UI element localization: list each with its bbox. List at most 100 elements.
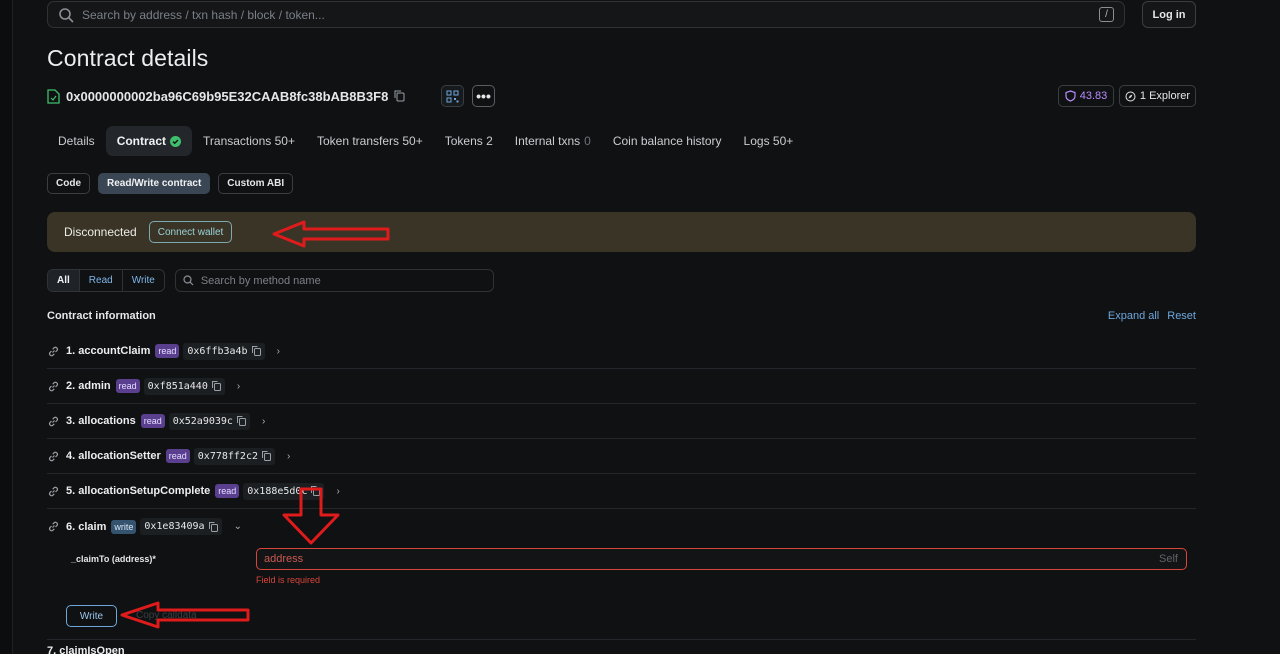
- qr-code-icon: [446, 90, 459, 102]
- method-row-expanded[interactable]: 6. claim write 0x1e83409a ⌄: [47, 509, 1196, 544]
- wallet-status: Disconnected: [64, 225, 137, 239]
- method-filter: All Read Write Search by method name: [47, 269, 494, 292]
- claim-method-form: _claimTo (address)* address Self Field i…: [47, 540, 1196, 640]
- explorer-button[interactable]: 1 Explorer: [1119, 85, 1196, 107]
- method-selector: 0x188e5d0c: [243, 482, 325, 500]
- method-selector: 0x52a9039c: [168, 412, 250, 430]
- security-score-badge[interactable]: 43.83: [1058, 85, 1114, 107]
- link-icon[interactable]: [47, 520, 60, 533]
- subtab-code[interactable]: Code: [47, 173, 90, 194]
- page-title: Contract details: [47, 45, 209, 71]
- link-icon[interactable]: [47, 345, 60, 358]
- method-row[interactable]: 5. allocationSetupComplete read 0x188e5d…: [47, 474, 1196, 509]
- tab-label: Logs 50+: [743, 134, 794, 148]
- method-row[interactable]: 3. allocations read 0x52a9039c ›: [47, 404, 1196, 439]
- tab-label: Coin balance history: [612, 134, 722, 148]
- chevron-right-icon[interactable]: ›: [262, 416, 265, 427]
- filter-read[interactable]: Read: [80, 270, 123, 291]
- tab-contract[interactable]: Contract: [105, 126, 193, 156]
- search-icon: [59, 7, 74, 23]
- search-shortcut-key: /: [1099, 7, 1114, 22]
- method-selector: 0x6ffb3a4b: [183, 342, 265, 360]
- link-icon[interactable]: [47, 450, 60, 463]
- link-icon[interactable]: [47, 415, 60, 428]
- chevron-right-icon[interactable]: ›: [277, 346, 280, 357]
- tab-tokens[interactable]: Tokens 2: [434, 126, 504, 156]
- method-name: 2. admin: [66, 380, 111, 392]
- search-icon: [183, 275, 194, 286]
- method-type-badge: read: [165, 449, 190, 463]
- contract-address[interactable]: 0x0000000002ba96C69b95E32CAAB8fc38bAB8B3…: [66, 89, 388, 104]
- global-search-input[interactable]: Search by address / txn hash / block / t…: [47, 1, 1125, 28]
- contract-subtabs: Code Read/Write contract Custom ABI: [47, 173, 294, 194]
- method-name: 7. claimIsOpen: [47, 645, 125, 654]
- method-list: 1. accountClaim read 0x6ffb3a4b › 2. adm…: [47, 334, 1196, 544]
- copy-calldata-button[interactable]: Copy calldata: [136, 610, 197, 621]
- method-row-partial[interactable]: 7. claimIsOpen: [47, 645, 125, 654]
- tab-label: Token transfers 50+: [316, 134, 423, 148]
- method-row[interactable]: 1. accountClaim read 0x6ffb3a4b ›: [47, 334, 1196, 369]
- filter-write[interactable]: Write: [123, 270, 164, 291]
- wallet-status-bar: Disconnected Connect wallet: [47, 212, 1196, 252]
- link-icon[interactable]: [47, 485, 60, 498]
- copy-icon[interactable]: [311, 486, 321, 496]
- login-button[interactable]: Log in: [1142, 1, 1196, 28]
- chevron-down-icon[interactable]: ⌄: [234, 521, 242, 532]
- more-options-button[interactable]: •••: [472, 85, 495, 107]
- link-icon[interactable]: [47, 380, 60, 393]
- tab-label: Internal txns: [514, 134, 581, 148]
- method-search-input[interactable]: Search by method name: [174, 269, 494, 292]
- self-button[interactable]: Self: [1159, 553, 1178, 565]
- tab-transactions[interactable]: Transactions 50+: [192, 126, 306, 156]
- tab-label: Contract: [116, 134, 167, 148]
- tab-label: Transactions 50+: [203, 134, 295, 148]
- subtab-read-write[interactable]: Read/Write contract: [98, 173, 211, 194]
- copy-icon[interactable]: [208, 521, 218, 532]
- tab-token-transfers[interactable]: Token transfers 50+: [306, 126, 434, 156]
- tab-internal-txns[interactable]: Internal txns 0: [504, 126, 602, 156]
- copy-icon[interactable]: [251, 346, 261, 356]
- explorer-label: 1 Explorer: [1139, 90, 1191, 102]
- method-row[interactable]: 4. allocationSetter read 0x778ff2c2 ›: [47, 439, 1196, 474]
- tab-details[interactable]: Details: [47, 126, 106, 156]
- field-error-message: Field is required: [256, 575, 321, 585]
- method-selector: 0xf851a440: [143, 377, 225, 395]
- copy-icon[interactable]: [236, 416, 246, 426]
- write-button[interactable]: Write: [66, 605, 117, 627]
- selector-value: 0x778ff2c2: [197, 450, 258, 462]
- selector-value: 0x188e5d0c: [247, 485, 308, 497]
- tab-count: 0: [584, 134, 591, 148]
- claim-to-address-input[interactable]: address Self: [256, 548, 1187, 570]
- compass-icon: [1125, 91, 1136, 101]
- chevron-right-icon[interactable]: ›: [336, 486, 339, 497]
- copy-icon[interactable]: [394, 90, 405, 102]
- method-name: 1. accountClaim: [66, 345, 151, 357]
- chevron-right-icon[interactable]: ›: [237, 381, 240, 392]
- method-selector: 0x1e83409a: [140, 518, 222, 535]
- expand-all-link[interactable]: Expand all: [1108, 310, 1159, 322]
- selector-value: 0x6ffb3a4b: [187, 345, 248, 357]
- claim-to-label: _claimTo (address)*: [71, 554, 156, 564]
- contract-info-actions: Expand all Reset: [1108, 310, 1196, 322]
- connect-wallet-button[interactable]: Connect wallet: [148, 221, 233, 243]
- method-type-badge: read: [140, 414, 165, 428]
- selector-value: 0x52a9039c: [172, 415, 233, 427]
- qr-code-button[interactable]: [441, 85, 464, 107]
- tab-logs[interactable]: Logs 50+: [733, 126, 805, 156]
- chevron-right-icon[interactable]: ›: [287, 451, 290, 462]
- filter-all[interactable]: All: [48, 270, 80, 291]
- search-placeholder: Search by address / txn hash / block / t…: [82, 7, 325, 22]
- method-type-badge: read: [155, 344, 180, 358]
- tab-coin-balance-history[interactable]: Coin balance history: [602, 126, 733, 156]
- subtab-custom-abi[interactable]: Custom ABI: [218, 173, 294, 194]
- contract-address-row: 0x0000000002ba96C69b95E32CAAB8fc38bAB8B3…: [47, 86, 405, 106]
- copy-icon[interactable]: [262, 451, 271, 461]
- address-placeholder: address: [264, 553, 304, 565]
- method-type-toggle: All Read Write: [47, 269, 165, 292]
- selector-value: 0x1e83409a: [144, 521, 205, 532]
- copy-icon[interactable]: [211, 381, 221, 391]
- reset-link[interactable]: Reset: [1167, 310, 1196, 322]
- ellipsis-icon: •••: [476, 88, 491, 104]
- method-row[interactable]: 2. admin read 0xf851a440 ›: [47, 369, 1196, 404]
- method-name: 5. allocationSetupComplete: [66, 485, 211, 497]
